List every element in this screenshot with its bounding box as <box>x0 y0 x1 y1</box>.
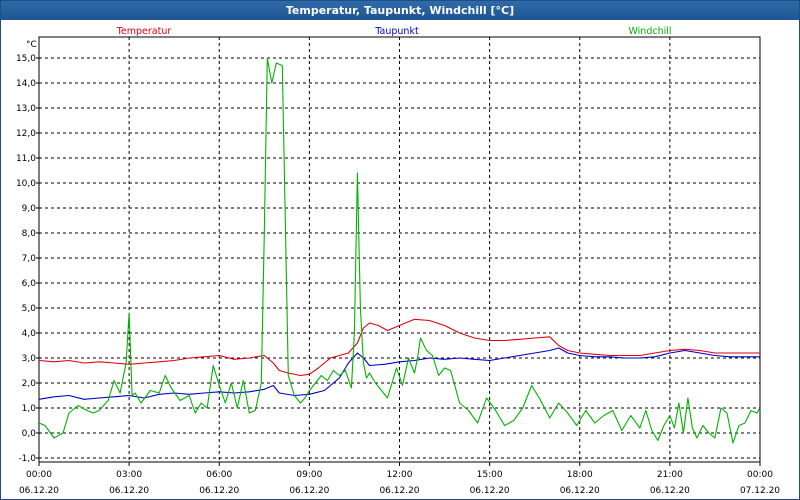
x-tick-time: 21:00 <box>657 470 683 480</box>
x-tick-date: 07.12.20 <box>740 486 780 496</box>
x-tick-time: 09:00 <box>296 470 322 480</box>
y-tick-label: 5,0 <box>22 304 37 314</box>
y-tick-label: 1,0 <box>22 404 37 414</box>
x-tick-time: 12:00 <box>387 470 413 480</box>
x-tick-date: 06.12.20 <box>289 486 329 496</box>
x-tick-time: 15:00 <box>477 470 503 480</box>
x-axis-ticks: 00:00 06.12.20 03:00 06.12.20 06:00 06.12.20 0… <box>19 462 780 496</box>
x-tick-date: 06.12.20 <box>379 486 419 496</box>
legend: Temperatur Taupunkt Windchill <box>116 26 672 37</box>
x-tick-date: 06.12.20 <box>470 486 510 496</box>
y-tick-label: 7,0 <box>22 254 37 264</box>
x-tick-time: 00:00 <box>747 470 773 480</box>
y-tick-label: -1,0 <box>18 454 36 464</box>
x-tick-date: 06.12.20 <box>109 486 149 496</box>
y-tick-label: 15,0 <box>16 54 36 64</box>
y-tick-label: 6,0 <box>22 279 37 289</box>
legend-item: Temperatur <box>116 26 172 37</box>
legend-item: Taupunkt <box>374 26 419 37</box>
y-tick-label: 8,0 <box>22 229 37 239</box>
line-chart: -1,0 0,0 1,0 2,0 3,0 4,0 5,0 6,0 7,0 8,0 9,0 10,0 11… <box>16 26 780 496</box>
x-tick-date: 06.12.20 <box>19 486 59 496</box>
legend-item: Windchill <box>628 26 671 37</box>
y-axis-unit: °C <box>26 40 37 50</box>
y-axis-ticks: -1,0 0,0 1,0 2,0 3,0 4,0 5,0 6,0 7,0 8,0 9,0 10,0 11… <box>16 54 39 464</box>
x-tick-time: 06:00 <box>206 470 232 480</box>
y-tick-label: 0,0 <box>22 429 37 439</box>
y-tick-label: 11,0 <box>16 154 36 164</box>
y-tick-label: 14,0 <box>16 79 36 89</box>
y-tick-label: 13,0 <box>16 104 36 114</box>
y-tick-label: 4,0 <box>22 329 37 339</box>
x-tick-date: 06.12.20 <box>560 486 600 496</box>
y-tick-label: 2,0 <box>22 379 37 389</box>
y-tick-label: 10,0 <box>16 179 36 189</box>
y-tick-label: 9,0 <box>22 204 37 214</box>
y-tick-label: 12,0 <box>16 129 36 139</box>
x-tick-time: 18:00 <box>567 470 593 480</box>
x-tick-time: 03:00 <box>116 470 142 480</box>
x-tick-date: 06.12.20 <box>650 486 690 496</box>
x-tick-date: 06.12.20 <box>199 486 239 496</box>
y-tick-label: 3,0 <box>22 354 37 364</box>
x-tick-time: 00:00 <box>26 470 52 480</box>
